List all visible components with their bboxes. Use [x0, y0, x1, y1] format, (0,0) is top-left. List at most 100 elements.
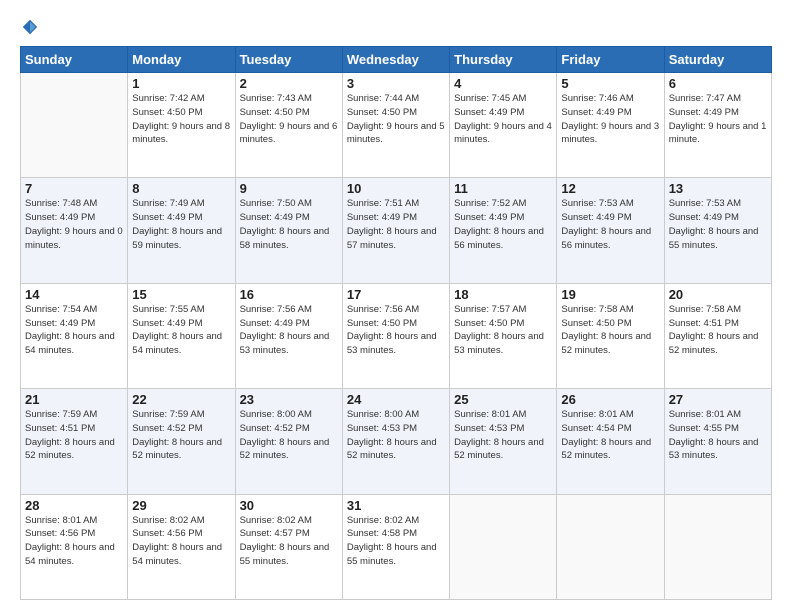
- day-number: 12: [561, 181, 659, 196]
- weekday-header: Wednesday: [342, 47, 449, 73]
- day-info: Sunrise: 8:00 AM Sunset: 4:53 PM Dayligh…: [347, 408, 445, 463]
- calendar-cell: 21Sunrise: 7:59 AM Sunset: 4:51 PM Dayli…: [21, 389, 128, 494]
- day-number: 4: [454, 76, 552, 91]
- day-info: Sunrise: 7:49 AM Sunset: 4:49 PM Dayligh…: [132, 197, 230, 252]
- day-info: Sunrise: 8:02 AM Sunset: 4:57 PM Dayligh…: [240, 514, 338, 569]
- day-number: 29: [132, 498, 230, 513]
- day-info: Sunrise: 7:59 AM Sunset: 4:51 PM Dayligh…: [25, 408, 123, 463]
- day-info: Sunrise: 7:53 AM Sunset: 4:49 PM Dayligh…: [561, 197, 659, 252]
- calendar-cell: 27Sunrise: 8:01 AM Sunset: 4:55 PM Dayli…: [664, 389, 771, 494]
- day-number: 30: [240, 498, 338, 513]
- weekday-header: Tuesday: [235, 47, 342, 73]
- day-number: 10: [347, 181, 445, 196]
- day-info: Sunrise: 7:58 AM Sunset: 4:51 PM Dayligh…: [669, 303, 767, 358]
- calendar-cell: 18Sunrise: 7:57 AM Sunset: 4:50 PM Dayli…: [450, 283, 557, 388]
- day-number: 11: [454, 181, 552, 196]
- calendar-cell: 28Sunrise: 8:01 AM Sunset: 4:56 PM Dayli…: [21, 494, 128, 599]
- calendar-week-row: 14Sunrise: 7:54 AM Sunset: 4:49 PM Dayli…: [21, 283, 772, 388]
- weekday-header: Sunday: [21, 47, 128, 73]
- day-number: 18: [454, 287, 552, 302]
- day-info: Sunrise: 7:54 AM Sunset: 4:49 PM Dayligh…: [25, 303, 123, 358]
- day-number: 24: [347, 392, 445, 407]
- calendar-cell: 2Sunrise: 7:43 AM Sunset: 4:50 PM Daylig…: [235, 73, 342, 178]
- day-number: 16: [240, 287, 338, 302]
- day-info: Sunrise: 7:56 AM Sunset: 4:49 PM Dayligh…: [240, 303, 338, 358]
- logo-icon: [21, 18, 39, 36]
- day-info: Sunrise: 7:55 AM Sunset: 4:49 PM Dayligh…: [132, 303, 230, 358]
- day-number: 25: [454, 392, 552, 407]
- day-info: Sunrise: 7:56 AM Sunset: 4:50 PM Dayligh…: [347, 303, 445, 358]
- calendar-cell: 16Sunrise: 7:56 AM Sunset: 4:49 PM Dayli…: [235, 283, 342, 388]
- day-info: Sunrise: 7:50 AM Sunset: 4:49 PM Dayligh…: [240, 197, 338, 252]
- calendar-cell: [450, 494, 557, 599]
- day-info: Sunrise: 7:46 AM Sunset: 4:49 PM Dayligh…: [561, 92, 659, 147]
- day-info: Sunrise: 7:45 AM Sunset: 4:49 PM Dayligh…: [454, 92, 552, 147]
- day-number: 19: [561, 287, 659, 302]
- day-info: Sunrise: 7:58 AM Sunset: 4:50 PM Dayligh…: [561, 303, 659, 358]
- calendar-cell: [664, 494, 771, 599]
- day-info: Sunrise: 7:53 AM Sunset: 4:49 PM Dayligh…: [669, 197, 767, 252]
- day-info: Sunrise: 7:52 AM Sunset: 4:49 PM Dayligh…: [454, 197, 552, 252]
- calendar-cell: 5Sunrise: 7:46 AM Sunset: 4:49 PM Daylig…: [557, 73, 664, 178]
- day-number: 20: [669, 287, 767, 302]
- day-info: Sunrise: 7:51 AM Sunset: 4:49 PM Dayligh…: [347, 197, 445, 252]
- calendar-cell: 10Sunrise: 7:51 AM Sunset: 4:49 PM Dayli…: [342, 178, 449, 283]
- weekday-header: Monday: [128, 47, 235, 73]
- day-number: 21: [25, 392, 123, 407]
- day-number: 1: [132, 76, 230, 91]
- day-number: 6: [669, 76, 767, 91]
- page: SundayMondayTuesdayWednesdayThursdayFrid…: [0, 0, 792, 612]
- day-info: Sunrise: 8:02 AM Sunset: 4:58 PM Dayligh…: [347, 514, 445, 569]
- calendar-cell: 1Sunrise: 7:42 AM Sunset: 4:50 PM Daylig…: [128, 73, 235, 178]
- weekday-header: Friday: [557, 47, 664, 73]
- calendar-cell: 23Sunrise: 8:00 AM Sunset: 4:52 PM Dayli…: [235, 389, 342, 494]
- day-info: Sunrise: 7:44 AM Sunset: 4:50 PM Dayligh…: [347, 92, 445, 147]
- day-number: 3: [347, 76, 445, 91]
- calendar-cell: 31Sunrise: 8:02 AM Sunset: 4:58 PM Dayli…: [342, 494, 449, 599]
- day-info: Sunrise: 8:01 AM Sunset: 4:55 PM Dayligh…: [669, 408, 767, 463]
- day-info: Sunrise: 8:02 AM Sunset: 4:56 PM Dayligh…: [132, 514, 230, 569]
- day-number: 8: [132, 181, 230, 196]
- calendar-week-row: 1Sunrise: 7:42 AM Sunset: 4:50 PM Daylig…: [21, 73, 772, 178]
- calendar-cell: 14Sunrise: 7:54 AM Sunset: 4:49 PM Dayli…: [21, 283, 128, 388]
- day-number: 14: [25, 287, 123, 302]
- day-number: 28: [25, 498, 123, 513]
- calendar-cell: 12Sunrise: 7:53 AM Sunset: 4:49 PM Dayli…: [557, 178, 664, 283]
- day-info: Sunrise: 7:47 AM Sunset: 4:49 PM Dayligh…: [669, 92, 767, 147]
- day-info: Sunrise: 8:00 AM Sunset: 4:52 PM Dayligh…: [240, 408, 338, 463]
- calendar-cell: 11Sunrise: 7:52 AM Sunset: 4:49 PM Dayli…: [450, 178, 557, 283]
- calendar-week-row: 21Sunrise: 7:59 AM Sunset: 4:51 PM Dayli…: [21, 389, 772, 494]
- day-number: 2: [240, 76, 338, 91]
- day-info: Sunrise: 8:01 AM Sunset: 4:53 PM Dayligh…: [454, 408, 552, 463]
- day-info: Sunrise: 7:42 AM Sunset: 4:50 PM Dayligh…: [132, 92, 230, 147]
- day-info: Sunrise: 7:48 AM Sunset: 4:49 PM Dayligh…: [25, 197, 123, 252]
- logo: [20, 18, 40, 36]
- weekday-header: Thursday: [450, 47, 557, 73]
- calendar-cell: 8Sunrise: 7:49 AM Sunset: 4:49 PM Daylig…: [128, 178, 235, 283]
- calendar-cell: 26Sunrise: 8:01 AM Sunset: 4:54 PM Dayli…: [557, 389, 664, 494]
- calendar-cell: 4Sunrise: 7:45 AM Sunset: 4:49 PM Daylig…: [450, 73, 557, 178]
- day-info: Sunrise: 7:59 AM Sunset: 4:52 PM Dayligh…: [132, 408, 230, 463]
- day-number: 31: [347, 498, 445, 513]
- calendar-header-row: SundayMondayTuesdayWednesdayThursdayFrid…: [21, 47, 772, 73]
- calendar-cell: 17Sunrise: 7:56 AM Sunset: 4:50 PM Dayli…: [342, 283, 449, 388]
- calendar-cell: 30Sunrise: 8:02 AM Sunset: 4:57 PM Dayli…: [235, 494, 342, 599]
- calendar-cell: 24Sunrise: 8:00 AM Sunset: 4:53 PM Dayli…: [342, 389, 449, 494]
- calendar-cell: 9Sunrise: 7:50 AM Sunset: 4:49 PM Daylig…: [235, 178, 342, 283]
- calendar-cell: 3Sunrise: 7:44 AM Sunset: 4:50 PM Daylig…: [342, 73, 449, 178]
- calendar-cell: 25Sunrise: 8:01 AM Sunset: 4:53 PM Dayli…: [450, 389, 557, 494]
- calendar-cell: 15Sunrise: 7:55 AM Sunset: 4:49 PM Dayli…: [128, 283, 235, 388]
- day-number: 5: [561, 76, 659, 91]
- day-info: Sunrise: 8:01 AM Sunset: 4:54 PM Dayligh…: [561, 408, 659, 463]
- calendar-cell: 20Sunrise: 7:58 AM Sunset: 4:51 PM Dayli…: [664, 283, 771, 388]
- day-number: 15: [132, 287, 230, 302]
- calendar-cell: 29Sunrise: 8:02 AM Sunset: 4:56 PM Dayli…: [128, 494, 235, 599]
- day-info: Sunrise: 7:43 AM Sunset: 4:50 PM Dayligh…: [240, 92, 338, 147]
- day-number: 17: [347, 287, 445, 302]
- calendar-cell: [557, 494, 664, 599]
- calendar-week-row: 7Sunrise: 7:48 AM Sunset: 4:49 PM Daylig…: [21, 178, 772, 283]
- calendar-cell: 13Sunrise: 7:53 AM Sunset: 4:49 PM Dayli…: [664, 178, 771, 283]
- calendar-cell: 19Sunrise: 7:58 AM Sunset: 4:50 PM Dayli…: [557, 283, 664, 388]
- day-number: 9: [240, 181, 338, 196]
- day-number: 22: [132, 392, 230, 407]
